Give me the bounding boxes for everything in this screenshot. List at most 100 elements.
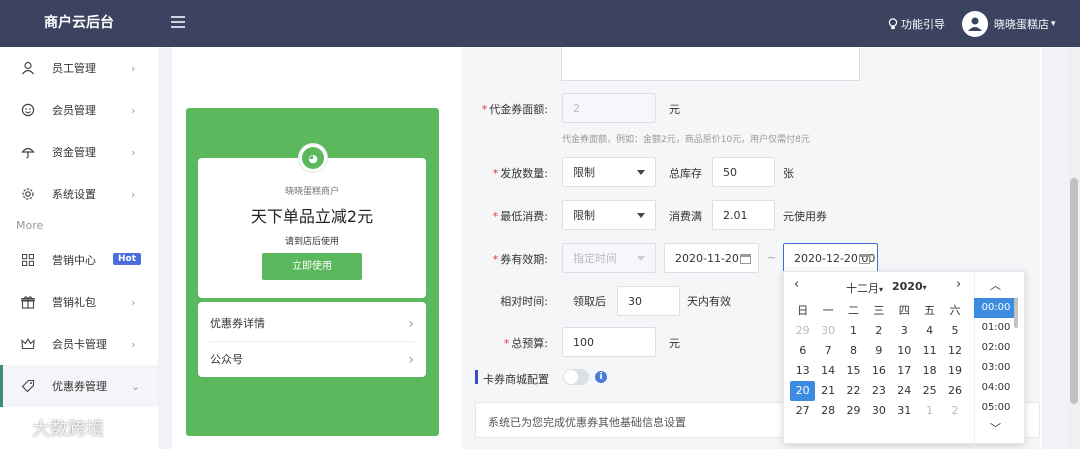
calendar-day[interactable]: 1 [917,401,942,421]
calendar-day[interactable]: 19 [942,361,967,381]
start-date-input[interactable]: 2020-11-20 [664,243,759,273]
grid-icon [20,252,36,268]
calendar-day[interactable]: 4 [917,321,942,341]
sidebar-item-member-card[interactable]: 会员卡管理 › [0,323,158,365]
calendar-day[interactable]: 6 [790,341,815,361]
coupon-detail-link[interactable]: 优惠券详情 › [210,306,414,342]
amount-unit: 元 [669,103,680,116]
time-option[interactable]: 00:00 [974,298,1018,318]
chevron-right-icon[interactable]: › [956,277,961,292]
calendar-day[interactable]: 10 [892,341,917,361]
min-spend-label: * 最低消费: [478,208,548,224]
guide-link[interactable]: 功能引导 [888,16,945,32]
calendar-day[interactable]: 15 [841,361,866,381]
stock-input[interactable]: 50 [712,157,775,187]
calendar-day[interactable]: 24 [892,381,917,401]
calendar-day[interactable]: 27 [790,401,815,421]
sidebar-item-settings[interactable]: 系统设置 › [0,173,158,215]
use-now-button[interactable]: 立即使用 [262,253,362,280]
year-select[interactable]: 2020▾ [892,280,927,293]
calendar-day[interactable]: 30 [866,401,891,421]
date-picker-popup: ‹ 十二月▾ 2020▾ › 日一二三四五六 29 30 1 2 3 4 5 6 7 8 9 10 11 1… [783,271,1025,445]
calendar-day[interactable]: 8 [841,341,866,361]
user-menu[interactable]: 晓晓蛋糕店 ▾ [962,11,1056,37]
sidebar-item-coupons[interactable]: 优惠券管理 ⌄ [0,365,158,407]
mall-config-toggle[interactable] [563,369,589,385]
calendar-day[interactable]: 14 [815,361,840,381]
calendar-day[interactable]: 7 [815,341,840,361]
calendar-day[interactable]: 12 [942,341,967,361]
end-date-input[interactable]: 2020-12-20 00 [783,243,878,273]
official-account-link[interactable]: 公众号 › [210,342,414,378]
page-scrollbar-thumb[interactable] [1070,178,1078,404]
calendar-day[interactable]: 29 [841,401,866,421]
calendar-icon [740,254,751,264]
menu-toggle-icon[interactable] [171,16,185,30]
calendar-day[interactable]: 22 [841,381,866,401]
sidebar-item-staff[interactable]: 员工管理 › [0,47,158,89]
time-option[interactable]: 03:00 [974,358,1018,378]
time-option[interactable]: 02:00 [974,338,1018,358]
sidebar-item-funds[interactable]: 资金管理 › [0,131,158,173]
calendar-day[interactable]: 17 [892,361,917,381]
guide-label: 功能引导 [901,18,945,31]
section-marker [475,370,478,384]
calendar-day[interactable]: 9 [866,341,891,361]
calendar-day[interactable]: 5 [942,321,967,341]
time-list: 00:00 01:00 02:00 03:00 04:00 05:00 [974,298,1018,418]
sidebar: 员工管理 › 会员管理 › 资金管理 › 系统设置 › More 营销中心 Ho… [0,47,158,449]
calendar-day[interactable]: 2 [942,401,967,421]
calendar-day[interactable]: 28 [815,401,840,421]
calendar-day[interactable]: 11 [917,341,942,361]
min-spend-input[interactable]: 2.01 [712,200,775,230]
calendar-day[interactable]: 29 [790,321,815,341]
relative-days-value: 30 [628,294,642,308]
time-scrollbar[interactable] [1014,298,1018,328]
calendar-day[interactable]: 23 [866,381,891,401]
merchant-logo: ◕ [298,143,328,173]
quantity-select[interactable]: 限制 [562,157,656,187]
month-value: 十二月 [846,282,879,295]
sidebar-item-label: 营销中心 [52,254,96,267]
budget-label-text: 总预算: [511,337,548,350]
relative-suffix: 天内有效 [687,295,731,308]
calendar-day[interactable]: 3 [892,321,917,341]
month-select[interactable]: 十二月▾ [846,280,883,296]
calendar-day[interactable]: 31 [892,401,917,421]
time-option[interactable]: 05:00 [974,398,1018,418]
time-option[interactable]: 01:00 [974,318,1018,338]
calendar-day[interactable]: 1 [841,321,866,341]
avatar [962,11,988,37]
toggle-knob [564,370,578,384]
calendar-day[interactable]: 30 [815,321,840,341]
validity-mode-select[interactable]: 指定时间 [562,243,656,273]
sidebar-item-members[interactable]: 会员管理 › [0,89,158,131]
sidebar-item-marketing[interactable]: 营销中心 Hot [0,239,158,281]
budget-unit: 元 [669,337,680,350]
quantity-select-value: 限制 [573,166,595,179]
min-spend-select[interactable]: 限制 [562,200,656,230]
calendar-day[interactable]: 21 [815,381,840,401]
calendar-day[interactable]: 26 [942,381,967,401]
sidebar-item-gift-pack[interactable]: 营销礼包 › [0,281,158,323]
calendar-day[interactable]: 13 [790,361,815,381]
amount-input[interactable]: 2 [562,93,656,123]
time-option[interactable]: 04:00 [974,378,1018,398]
chevron-up-icon[interactable]: ︿ [990,277,1001,293]
caret-down-icon [637,170,645,175]
coupon-title: 天下单品立减2元 [250,207,374,226]
calendar-day[interactable]: 2 [866,321,891,341]
calendar-day[interactable]: 16 [866,361,891,381]
user-icon [20,60,36,76]
sidebar-item-label: 会员卡管理 [52,338,107,351]
calendar-day[interactable]: 25 [917,381,942,401]
relative-days-input[interactable]: 30 [617,286,680,316]
budget-input[interactable]: 100 [562,327,656,357]
chevron-left-icon[interactable]: ‹ [794,277,799,292]
calendar-day[interactable]: 20 [790,381,816,401]
chevron-down-icon[interactable]: ﹀ [990,420,1001,436]
calendar-icon [859,254,870,264]
calendar-day[interactable]: 18 [917,361,942,381]
description-textarea[interactable] [561,47,860,81]
info-icon[interactable]: i [595,371,607,383]
